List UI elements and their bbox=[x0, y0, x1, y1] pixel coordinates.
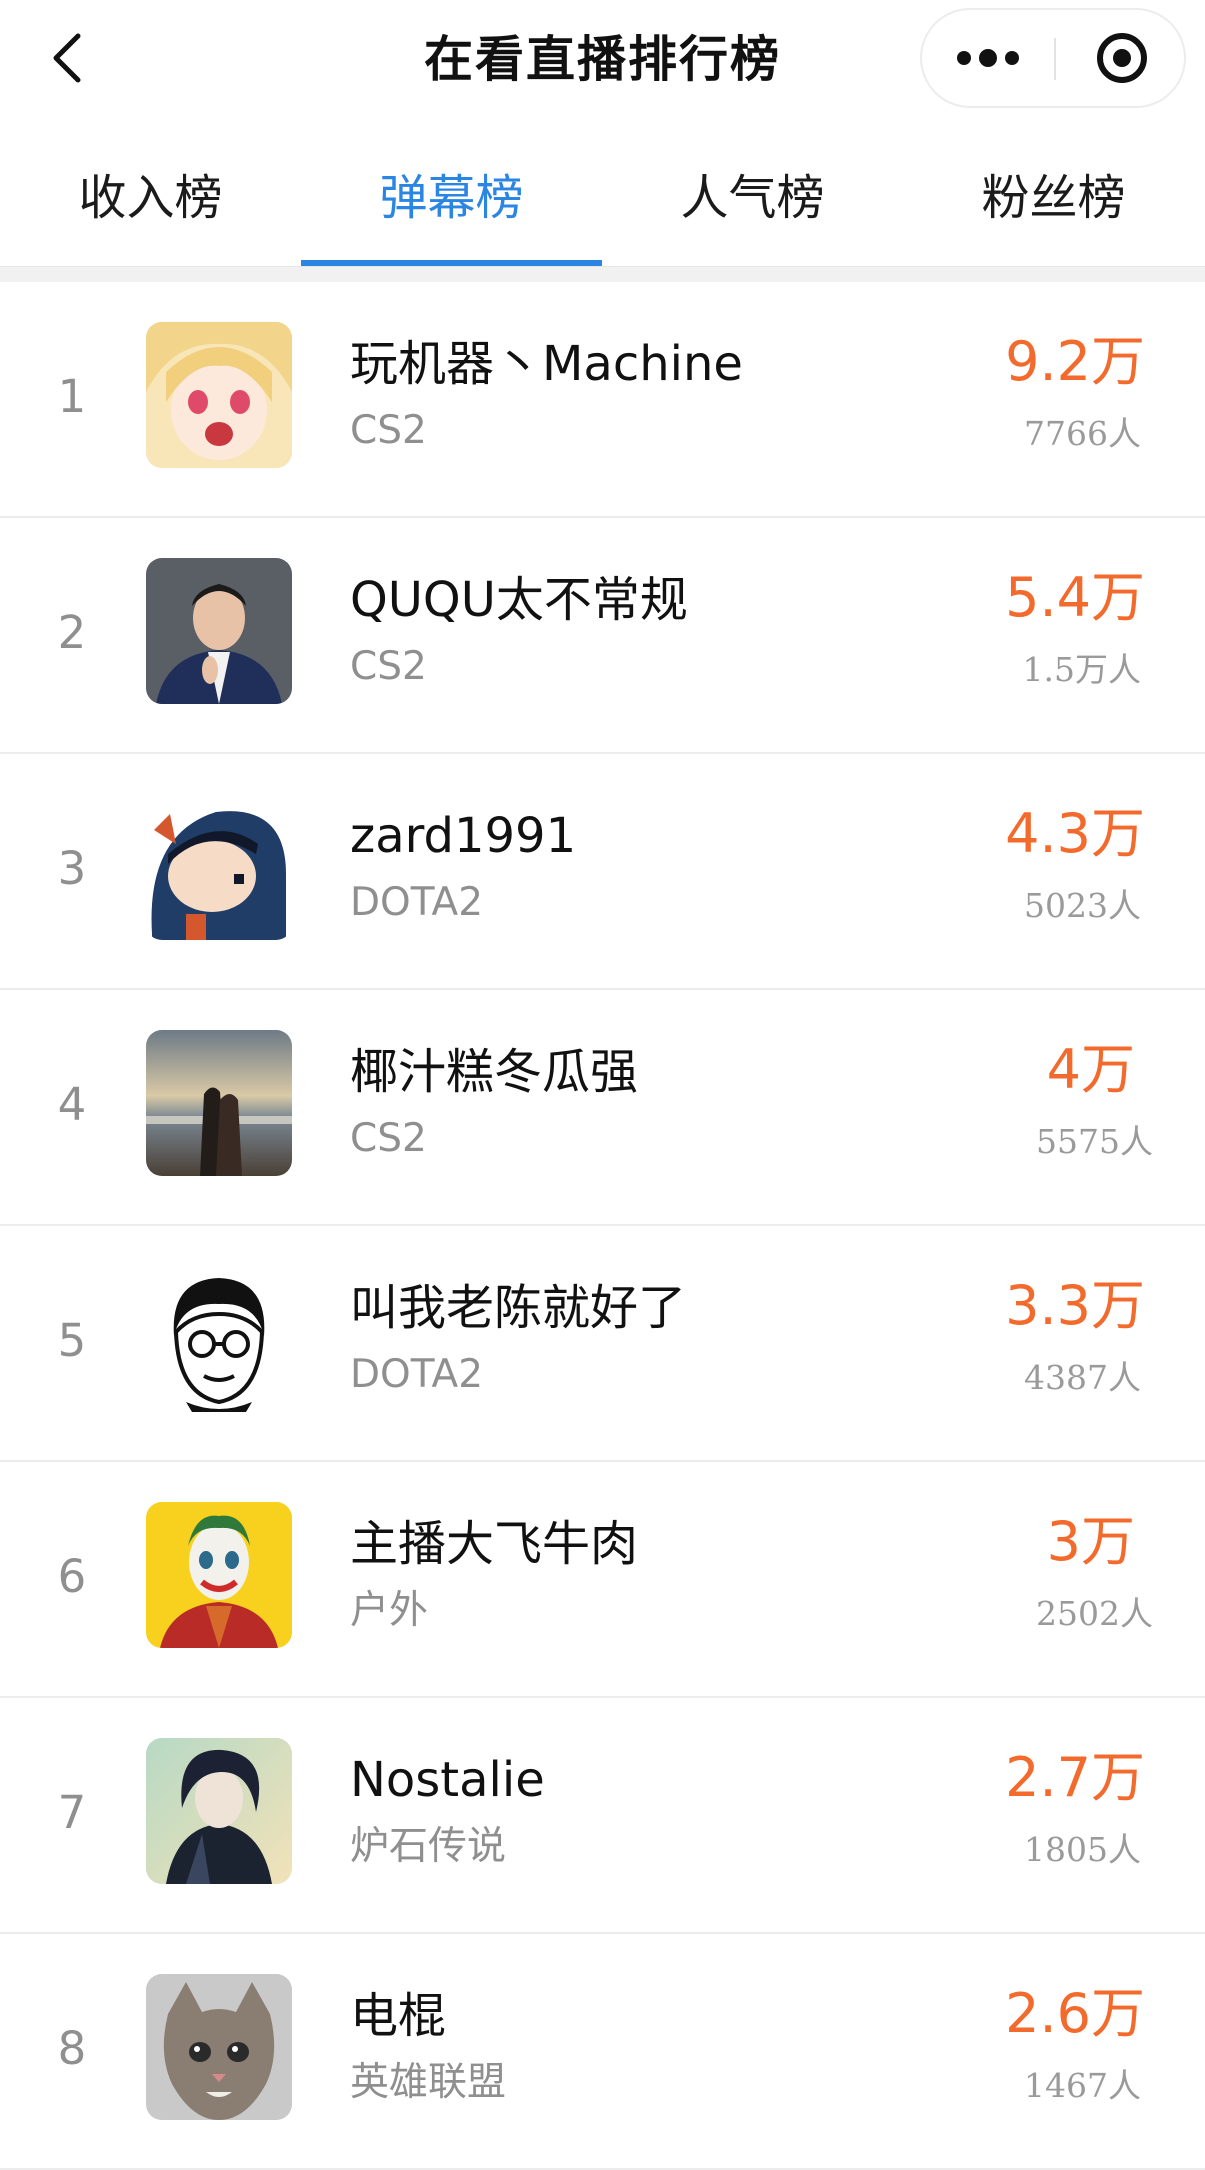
viewer-count: 5575人 bbox=[1036, 1122, 1153, 1161]
rank-number: 7 bbox=[57, 1786, 87, 1839]
rank-number: 5 bbox=[57, 1314, 87, 1367]
header-bar: 在看直播排行榜 bbox=[0, 0, 1205, 120]
danmaku-count: 4.3万 bbox=[1005, 802, 1145, 865]
viewer-count: 1467人 bbox=[1024, 2066, 1141, 2105]
rank-number: 1 bbox=[57, 370, 87, 423]
streamer-name: Nostalie bbox=[350, 1752, 545, 1808]
ranking-row[interactable]: 5 叫我老陈就好了 DOTA2 3.3万 4387人 bbox=[0, 1226, 1205, 1462]
game-category: 炉石传说 bbox=[350, 1824, 507, 1869]
danmaku-count: 2.7万 bbox=[1005, 1746, 1145, 1809]
tab-fans[interactable]: 粉丝榜 bbox=[903, 140, 1204, 266]
ranking-row[interactable]: 1 玩机器丶Machine CS2 9.2万 7766人 bbox=[0, 282, 1205, 518]
avatar bbox=[146, 1030, 292, 1176]
tab-fans-label: 粉丝榜 bbox=[981, 170, 1126, 226]
ranking-row[interactable]: 7 Nostalie 炉石传说 2.7万 1805人 bbox=[0, 1698, 1205, 1934]
streamer-name: 电棍 bbox=[350, 1988, 447, 2044]
viewer-count: 5023人 bbox=[1024, 886, 1141, 925]
game-category: DOTA2 bbox=[350, 1352, 484, 1397]
menu-capsule bbox=[920, 8, 1186, 108]
viewer-count: 4387人 bbox=[1024, 1358, 1141, 1397]
game-category: DOTA2 bbox=[350, 880, 484, 925]
game-category: 英雄联盟 bbox=[350, 2060, 507, 2105]
tab-danmaku[interactable]: 弹幕榜 bbox=[301, 140, 602, 266]
rank-number: 4 bbox=[57, 1078, 87, 1131]
viewer-count: 1.5万人 bbox=[1022, 650, 1141, 689]
ranking-row[interactable]: 6 主播大飞牛肉 户外 3万 2502人 bbox=[0, 1462, 1205, 1698]
avatar bbox=[146, 1738, 292, 1884]
ranking-tabs: 收入榜 弹幕榜 人气榜 粉丝榜 bbox=[0, 140, 1205, 266]
viewer-count: 7766人 bbox=[1024, 414, 1141, 453]
ranking-list: 1 玩机器丶Machine CS2 9.2万 7766人 2 QUQU太不常规 … bbox=[0, 282, 1205, 2170]
ranking-row[interactable]: 2 QUQU太不常规 CS2 5.4万 1.5万人 bbox=[0, 518, 1205, 754]
viewer-count: 2502人 bbox=[1036, 1594, 1153, 1633]
target-close-icon bbox=[1056, 33, 1186, 110]
danmaku-count: 9.2万 bbox=[1005, 330, 1145, 393]
rank-number: 3 bbox=[57, 842, 87, 895]
viewer-count: 1805人 bbox=[1024, 1830, 1141, 1869]
streamer-name: 主播大飞牛肉 bbox=[350, 1516, 639, 1572]
game-category: CS2 bbox=[350, 1116, 427, 1161]
game-category: CS2 bbox=[350, 408, 427, 453]
more-button[interactable] bbox=[922, 10, 1054, 106]
streamer-name: 叫我老陈就好了 bbox=[350, 1280, 687, 1336]
avatar bbox=[146, 1974, 292, 2120]
avatar bbox=[146, 558, 292, 704]
avatar bbox=[146, 1266, 292, 1412]
tab-income[interactable]: 收入榜 bbox=[0, 140, 301, 266]
tab-income-label: 收入榜 bbox=[78, 170, 223, 226]
game-category: 户外 bbox=[350, 1588, 429, 1633]
streamer-name: zard1991 bbox=[350, 808, 577, 864]
danmaku-count: 4万 bbox=[1046, 1038, 1135, 1101]
ranking-row[interactable]: 8 电棍 英雄联盟 2.6万 1467人 bbox=[0, 1934, 1205, 2170]
streamer-name: 玩机器丶Machine bbox=[350, 336, 743, 392]
avatar bbox=[146, 322, 292, 468]
avatar bbox=[146, 1502, 292, 1648]
avatar bbox=[146, 794, 292, 940]
danmaku-count: 3万 bbox=[1046, 1510, 1135, 1573]
close-button[interactable] bbox=[1056, 10, 1186, 106]
section-divider bbox=[0, 266, 1205, 283]
streamer-name: 椰汁糕冬瓜强 bbox=[350, 1044, 639, 1100]
tab-popularity-label: 人气榜 bbox=[680, 170, 825, 226]
game-category: CS2 bbox=[350, 644, 427, 689]
danmaku-count: 2.6万 bbox=[1005, 1982, 1145, 2045]
rank-number: 2 bbox=[57, 606, 87, 659]
rank-number: 8 bbox=[57, 2022, 87, 2075]
rank-number: 6 bbox=[57, 1550, 87, 1603]
ranking-row[interactable]: 4 椰汁糕冬瓜强 CS2 4万 5575人 bbox=[0, 990, 1205, 1226]
more-dots-icon bbox=[922, 49, 1054, 110]
streamer-name: QUQU太不常规 bbox=[350, 572, 688, 628]
tab-popularity[interactable]: 人气榜 bbox=[602, 140, 903, 266]
tab-danmaku-label: 弹幕榜 bbox=[379, 170, 524, 226]
ranking-row[interactable]: 3 zard1991 DOTA2 4.3万 5023人 bbox=[0, 754, 1205, 990]
danmaku-count: 3.3万 bbox=[1005, 1274, 1145, 1337]
danmaku-count: 5.4万 bbox=[1005, 566, 1145, 629]
